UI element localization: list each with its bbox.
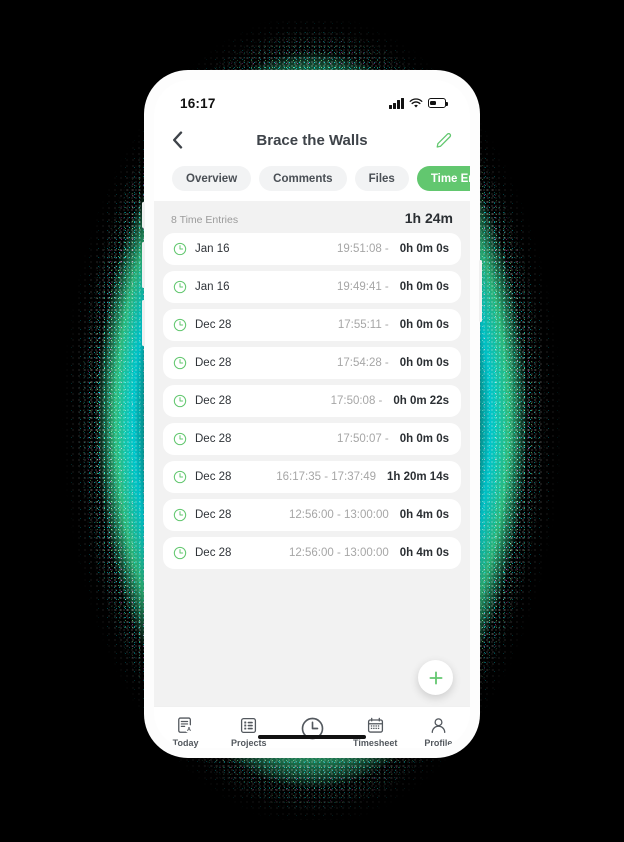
clock-icon <box>173 318 191 332</box>
section-tabs[interactable]: Overview Comments Files Time Entries <box>154 160 470 201</box>
bottom-tab-bar[interactable]: A Today Projects Timesheet Profile <box>154 706 470 748</box>
tabbar-label-today: Today <box>172 738 199 748</box>
entry-date: Dec 28 <box>195 395 232 407</box>
time-entry-row[interactable]: Dec 28 12:56:00 - 13:00:00 0h 4m 0s <box>163 499 461 531</box>
entry-time-range: 12:56:00 - 13:00:00 <box>289 509 389 521</box>
time-entry-row[interactable]: Dec 28 17:50:08 - 0h 0m 22s <box>163 385 461 417</box>
entry-duration: 0h 0m 0s <box>399 319 449 331</box>
time-entry-list: Jan 16 19:51:08 - 0h 0m 0s Jan 16 19:49:41 -… <box>163 233 461 569</box>
entry-date: Dec 28 <box>195 547 232 559</box>
time-entry-row[interactable]: Jan 16 19:49:41 - 0h 0m 0s <box>163 271 461 303</box>
page-title: Brace the Walls <box>256 131 368 149</box>
entry-count-label: 8 Time Entries <box>171 214 239 226</box>
total-duration: 1h 24m <box>404 210 453 226</box>
tab-overview[interactable]: Overview <box>172 166 252 191</box>
tabbar-item-profile[interactable]: Profile <box>407 716 470 748</box>
entry-time-range: 19:51:08 - <box>336 243 389 255</box>
time-entry-row[interactable]: Dec 28 17:55:11 - 0h 0m 0s <box>163 309 461 341</box>
home-indicator <box>258 735 366 739</box>
battery-icon <box>428 98 449 108</box>
entry-duration: 0h 0m 22s <box>393 395 449 407</box>
navigation-header: Brace the Walls <box>154 120 470 160</box>
entry-date: Dec 28 <box>195 319 232 331</box>
entry-time-range: 17:54:28 - <box>336 357 389 369</box>
tabbar-item-projects[interactable]: Projects <box>217 716 280 748</box>
entry-time-range: 19:49:41 - <box>336 281 389 293</box>
tabbar-item-today[interactable]: A Today <box>154 716 217 748</box>
phone-frame: 16:17 Brace the Walls Overview Comments … <box>142 70 482 758</box>
time-entry-row[interactable]: Dec 28 16:17:35 - 17:37:49 1h 20m 14s <box>163 461 461 493</box>
clock-icon <box>173 394 191 408</box>
wifi-icon <box>409 97 423 108</box>
mute-switch <box>142 202 145 228</box>
clock-icon <box>173 546 191 560</box>
time-entries-panel: 8 Time Entries 1h 24m Jan 16 19:51:08 - 0h… <box>154 201 470 706</box>
volume-down-button <box>142 300 145 346</box>
power-button <box>479 260 482 322</box>
entry-duration: 0h 4m 0s <box>399 547 449 559</box>
entry-date: Jan 16 <box>195 281 230 293</box>
entry-time-range: 17:50:08 - <box>330 395 383 407</box>
entry-duration: 0h 0m 0s <box>399 357 449 369</box>
chevron-left-icon <box>173 131 183 149</box>
clock-icon <box>173 470 191 484</box>
list-icon <box>241 717 257 734</box>
clock-icon <box>173 280 191 294</box>
edit-button[interactable] <box>428 132 452 149</box>
entry-duration: 1h 20m 14s <box>386 471 449 483</box>
time-entry-row[interactable]: Dec 28 12:56:00 - 13:00:00 0h 4m 0s <box>163 537 461 569</box>
tab-files[interactable]: Files <box>354 166 409 191</box>
signal-bars-icon <box>389 97 404 109</box>
svg-text:A: A <box>187 727 191 733</box>
add-time-entry-button[interactable] <box>418 660 453 695</box>
entry-date: Dec 28 <box>195 357 232 369</box>
calendar-icon <box>367 717 383 733</box>
time-entry-row[interactable]: Dec 28 17:50:07 - 0h 0m 0s <box>163 423 461 455</box>
entry-duration: 0h 4m 0s <box>399 509 449 521</box>
clock-icon <box>173 242 191 256</box>
clock-icon <box>173 508 191 522</box>
time-entry-row[interactable]: Dec 28 17:54:28 - 0h 0m 0s <box>163 347 461 379</box>
status-bar: 16:17 <box>154 80 470 120</box>
document-person-icon: A <box>178 717 194 734</box>
entry-duration: 0h 0m 0s <box>399 433 449 445</box>
entry-date: Dec 28 <box>195 433 232 445</box>
tabbar-item-timesheet[interactable]: Timesheet <box>344 716 407 748</box>
tabbar-label-profile: Profile <box>424 738 453 748</box>
entry-time-range: 12:56:00 - 13:00:00 <box>289 547 389 559</box>
tab-comments[interactable]: Comments <box>259 166 347 191</box>
entry-duration: 0h 0m 0s <box>399 281 449 293</box>
entry-date: Dec 28 <box>195 509 232 521</box>
summary-row: 8 Time Entries 1h 24m <box>163 201 461 233</box>
person-icon <box>431 718 446 734</box>
tabbar-label-projects: Projects <box>231 738 267 748</box>
plus-icon <box>429 671 442 684</box>
entry-duration: 0h 0m 0s <box>399 243 449 255</box>
entry-time-range: 17:55:11 - <box>337 319 389 331</box>
back-button[interactable] <box>172 131 198 149</box>
screenshot-canvas: 16:17 Brace the Walls Overview Comments … <box>0 0 624 842</box>
phone-screen: 16:17 Brace the Walls Overview Comments … <box>154 80 470 748</box>
entry-time-range: 17:50:07 - <box>336 433 389 445</box>
tabbar-item-timer[interactable] <box>280 716 343 744</box>
time-entry-row[interactable]: Jan 16 19:51:08 - 0h 0m 0s <box>163 233 461 265</box>
entry-time-range: 16:17:35 - 17:37:49 <box>276 471 376 483</box>
entry-date: Jan 16 <box>195 243 230 255</box>
status-bar-time: 16:17 <box>180 95 216 111</box>
volume-up-button <box>142 242 145 288</box>
tabbar-label-timesheet: Timesheet <box>353 738 398 748</box>
clock-icon <box>173 356 191 370</box>
tab-time-entries[interactable]: Time Entries <box>416 166 470 191</box>
clock-icon <box>173 432 191 446</box>
pencil-icon <box>436 132 452 148</box>
entry-date: Dec 28 <box>195 471 232 483</box>
